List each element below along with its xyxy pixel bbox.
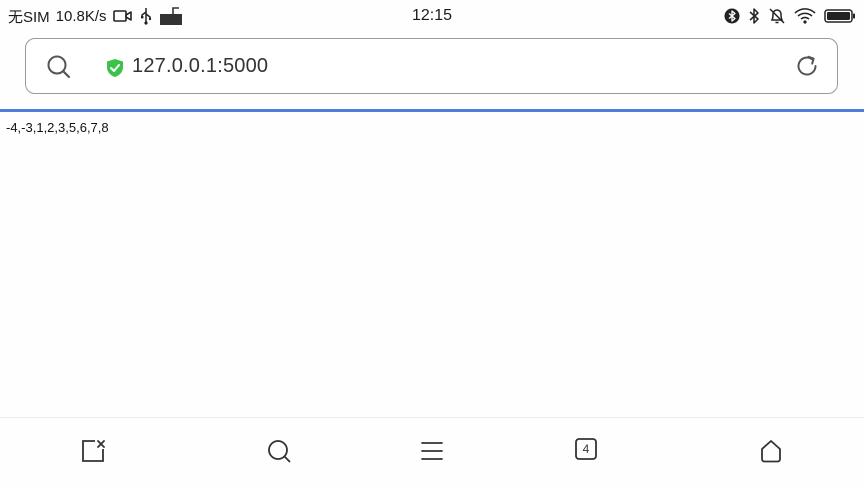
bluetooth-icon bbox=[748, 7, 760, 25]
reload-icon[interactable] bbox=[795, 54, 819, 83]
home-icon[interactable] bbox=[758, 438, 784, 464]
carrier-label: 无SIM bbox=[8, 8, 50, 26]
wifi-icon bbox=[794, 8, 816, 24]
network-speed: 10.8K/s bbox=[55, 7, 107, 25]
keyboard-icon bbox=[159, 6, 183, 26]
bottom-toolbar: 4 bbox=[0, 417, 864, 486]
status-left: 无SIM 10.8K/s bbox=[8, 0, 183, 32]
tabs-count: 4 bbox=[582, 442, 590, 456]
clock: 12:15 bbox=[411, 7, 453, 24]
tabs-button[interactable]: 4 bbox=[575, 438, 601, 464]
alarm-off-icon bbox=[768, 7, 786, 25]
address-bar[interactable]: 127.0.0.1:5000 bbox=[25, 38, 838, 94]
status-right bbox=[724, 0, 856, 32]
page-content-text: -4,-3,1,2,3,5,6,7,8 bbox=[6, 120, 109, 135]
close-page-icon[interactable] bbox=[80, 438, 106, 464]
search-icon[interactable] bbox=[46, 54, 72, 85]
status-bar: 无SIM 10.8K/s 12:15 bbox=[0, 0, 864, 32]
page-load-indicator bbox=[0, 109, 864, 112]
secure-shield-icon bbox=[106, 58, 124, 83]
search-icon[interactable] bbox=[266, 438, 292, 464]
battery-icon bbox=[824, 8, 856, 24]
usb-icon bbox=[139, 7, 153, 25]
url-text[interactable]: 127.0.0.1:5000 bbox=[132, 55, 268, 78]
bluetooth-circle-icon bbox=[724, 8, 740, 24]
menu-icon[interactable] bbox=[419, 438, 445, 464]
video-call-icon bbox=[112, 9, 133, 23]
